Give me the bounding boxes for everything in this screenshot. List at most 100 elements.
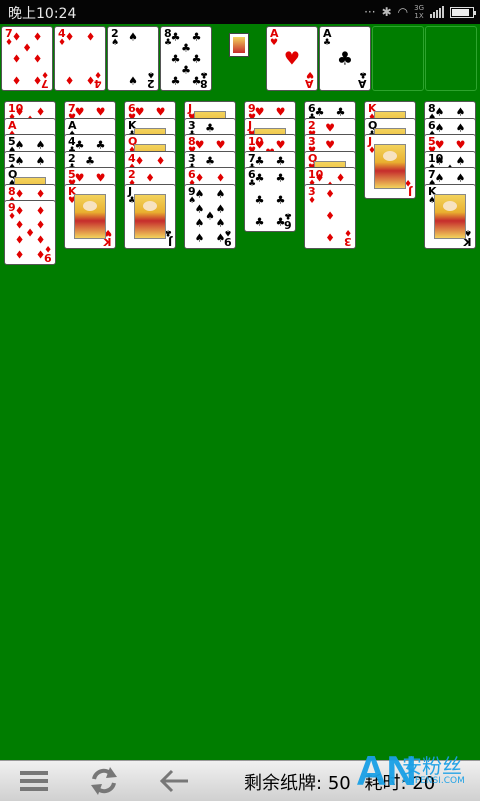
card-pip: ♠	[205, 209, 215, 223]
card-suit-bottom: ♦	[343, 226, 352, 237]
card-pip: ♣	[191, 30, 202, 43]
card-pip: ♥	[215, 138, 226, 151]
card-pip: ♠	[215, 187, 226, 201]
free-cell-card[interactable]: 8 ♣ 8 ♣ ♣ ♣ ♣ ♣ ♣ ♣ ♣ ♣	[160, 26, 212, 91]
card-pip: ♦	[11, 30, 22, 43]
menu-icon[interactable]	[16, 765, 52, 797]
card-pip: ♠	[194, 187, 205, 201]
card-pip: ♥	[325, 121, 335, 135]
card-pip: ♦	[35, 105, 46, 118]
card-pips: ♣	[330, 31, 360, 86]
tableau-card[interactable]: K ♠ K ♠	[424, 183, 476, 249]
card-pip: ♥	[325, 138, 335, 151]
card-pip: ♥	[74, 171, 85, 184]
card-pip: ♠	[434, 105, 445, 118]
status-time: 晚上10:24	[8, 6, 77, 22]
face-card-art	[434, 193, 466, 239]
foundation-card[interactable]: A ♥ A ♥ ♥	[266, 26, 318, 91]
card-pips: ♠ ♠ ♠ ♠ ♠ ♠ ♠ ♠ ♠	[194, 187, 226, 245]
card-pip: ♦	[35, 248, 46, 261]
card-pip: ♣	[170, 52, 181, 65]
card-rank-bottom: 9	[44, 251, 52, 264]
card-pip: ♣	[74, 138, 85, 151]
card-pip: ♠	[215, 202, 226, 216]
card-pip: ♣	[181, 41, 191, 54]
face-card-art	[134, 193, 166, 239]
king-mascot-icon	[229, 33, 249, 57]
card-pip: ♣	[275, 171, 286, 184]
tableau-card[interactable]: 6♣6♣♣♣♣♣♣♣	[244, 167, 296, 232]
tableau-card[interactable]: K ♥ K ♥	[64, 183, 116, 249]
card-pip: ♦	[35, 218, 46, 232]
card-pip: ♣	[275, 215, 286, 228]
card-pip: ♠	[455, 154, 466, 168]
card-pip: ♦	[145, 171, 155, 184]
card-rank-bottom: 9	[224, 234, 232, 248]
tableau-card[interactable]: 9 ♠ 9 ♠ ♠ ♠ ♠ ♠ ♠ ♠ ♠ ♠ ♠	[184, 183, 236, 249]
card-pips: ♣ ♣ ♣ ♣ ♣ ♣ ♣ ♣	[170, 30, 202, 86]
card-pips: ♦ ♦ ♦ ♦ ♦ ♦ ♦	[11, 30, 43, 87]
card-pip: ♦	[11, 74, 22, 87]
card-pip: ♠	[434, 121, 445, 135]
card-pip: ♣	[275, 193, 286, 206]
card-pips: ♣ ♣ ♣ ♣ ♣ ♣	[254, 171, 286, 228]
card-pips: ♦ ♦ ♦ ♦	[64, 30, 96, 87]
free-cell-card[interactable]: 7 ♦ 7 ♦ ♦ ♦ ♦ ♦ ♦ ♦ ♦	[1, 26, 53, 91]
wifi-icon: ◠	[397, 5, 409, 19]
card-pip: ♦	[14, 204, 25, 217]
tableau-card[interactable]: J ♣ J ♣	[124, 183, 176, 249]
free-cell-card[interactable]: 4 ♦ 4 ♦ ♦ ♦ ♦ ♦	[54, 26, 106, 91]
card-pip: ♠	[455, 121, 466, 135]
card-pip: ♥	[95, 105, 106, 118]
card-pip: ♠	[215, 231, 226, 245]
card-suit-bottom: ♣	[358, 69, 367, 79]
card-pip: ♦	[32, 74, 43, 87]
card-pip: ♥	[254, 138, 265, 151]
card-pip: ♦	[35, 233, 46, 247]
card-pip: ♠	[455, 105, 466, 118]
card-pip: ♠	[194, 231, 205, 245]
more-dots-icon: ···	[364, 5, 376, 19]
game-stats: 剩余纸牌: 50 耗时: 20	[244, 769, 435, 795]
status-icons: ··· ✱ ◠ 3G 1X	[364, 4, 476, 20]
card-pip: ♦	[22, 41, 32, 54]
card-pips: ♦ ♦ ♦	[315, 189, 345, 244]
card-rank-bottom: 2	[147, 77, 155, 90]
refresh-icon[interactable]	[86, 765, 122, 797]
back-arrow-icon[interactable]	[156, 765, 192, 797]
face-card-art	[74, 193, 106, 239]
card-pip: ♥	[275, 105, 286, 118]
foundation-slot[interactable]	[425, 26, 477, 91]
card-rank-bottom: J	[407, 185, 412, 198]
card-rank-bottom: J	[167, 234, 172, 248]
card-pip: ♣	[95, 138, 106, 151]
card-pip: ♦	[35, 204, 46, 217]
card-pip: ♦	[85, 30, 96, 43]
elapsed-time-label: 耗时:	[364, 773, 407, 794]
card-rank: J	[128, 184, 133, 198]
tableau-card[interactable]: J ♦ J ♦	[364, 134, 416, 199]
card-pip: ♦	[32, 52, 43, 65]
card-pip: ♣	[335, 105, 346, 118]
card-pip: ♥	[155, 105, 166, 118]
foundation-card[interactable]: A ♣ A ♣ ♣	[319, 26, 371, 91]
card-pip: ♦	[64, 74, 75, 87]
card-pip: ♣	[254, 171, 265, 184]
free-cell-card[interactable]: 2 ♠ 2 ♠ ♠ ♠	[107, 26, 159, 91]
card-pip: ♦	[325, 187, 335, 201]
foundation-slot[interactable]	[372, 26, 424, 91]
card-pip: ♣	[85, 154, 95, 168]
card-pip: ♥	[434, 138, 445, 151]
tableau-card[interactable]: 3 ♦ 3 ♦ ♦ ♦ ♦	[304, 183, 356, 249]
card-pip: ♠	[35, 138, 46, 151]
card-pip: ♠	[194, 216, 205, 230]
card-pip: ♦	[64, 30, 75, 43]
card-pips: ♠ ♠	[118, 31, 148, 86]
card-pips: ♦ ♦ ♦ ♦ ♦ ♦ ♦ ♦ ♦	[14, 204, 46, 261]
card-pip: ♣	[254, 154, 265, 168]
bottom-toolbar: 剩余纸牌: 50 耗时: 20	[0, 760, 480, 801]
tableau-card[interactable]: 9 ♦ 9 ♦ ♦ ♦ ♦ ♦ ♦ ♦ ♦ ♦ ♦	[4, 200, 56, 265]
card-pip: ♠	[215, 216, 226, 230]
card-rank-bottom: 7	[41, 77, 49, 90]
card-pip: ♥	[134, 105, 145, 118]
